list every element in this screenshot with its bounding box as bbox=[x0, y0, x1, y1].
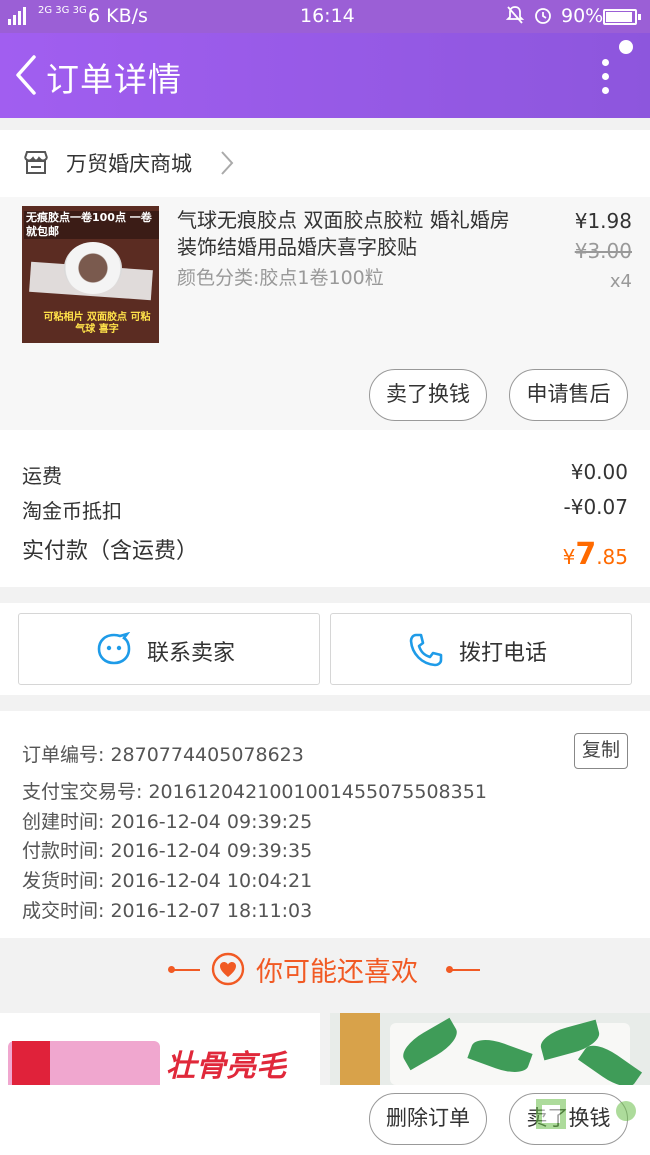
battery-percent: 90% bbox=[561, 5, 604, 27]
delete-order-button[interactable]: 删除订单 bbox=[369, 1093, 487, 1145]
watermark-logo bbox=[536, 1099, 636, 1129]
shipping-label: 运费 bbox=[22, 464, 62, 488]
recommend-title: 你可能还喜欢 bbox=[256, 957, 418, 988]
product-image[interactable]: 无痕胶点一卷100点 一卷就包邮 可粘相片 双面胶点 可粘气球 喜字 bbox=[22, 206, 159, 343]
total-row: 实付款（含运费） ¥7.85 bbox=[22, 533, 628, 572]
heart-icon bbox=[211, 952, 245, 986]
sell-for-cash-button[interactable]: 卖了换钱 bbox=[369, 369, 487, 421]
recommend-card-text: 壮骨亮毛 bbox=[166, 1049, 286, 1084]
order-number: 订单编号: 2870774405078623 bbox=[22, 744, 304, 766]
call-button[interactable]: 拨打电话 bbox=[330, 613, 632, 685]
product-image-caption-top: 无痕胶点一卷100点 一卷就包邮 bbox=[24, 211, 159, 239]
bottom-action-bar: 删除订单 卖了换钱 bbox=[0, 1085, 650, 1155]
total-label: 实付款（含运费） bbox=[22, 539, 199, 564]
shipping-value: ¥0.00 bbox=[570, 460, 628, 484]
battery-icon bbox=[603, 9, 641, 25]
product-item[interactable]: 无痕胶点一卷100点 一卷就包邮 可粘相片 双面胶点 可粘气球 喜字 气球无痕胶… bbox=[0, 197, 650, 430]
mute-bell-icon bbox=[505, 6, 525, 24]
order-info: 订单编号: 2870774405078623 复制 支付宝交易号: 201612… bbox=[0, 711, 650, 938]
fee-summary: 运费 ¥0.00 淘金币抵扣 -¥0.07 实付款（含运费） ¥7.85 bbox=[0, 430, 650, 587]
total-currency: ¥ bbox=[562, 545, 576, 569]
product-spec: 颜色分类:胶点1卷100粒 bbox=[177, 267, 384, 289]
clock: 16:14 bbox=[300, 5, 355, 27]
status-bar: 2G 3G 3G 6 KB/s 16:14 90% bbox=[0, 0, 650, 33]
alipay-number: 支付宝交易号: 2016120421001001455075508351 bbox=[22, 781, 487, 803]
page-title: 订单详情 bbox=[46, 60, 182, 99]
completed-time: 成交时间: 2016-12-07 18:11:03 bbox=[22, 900, 313, 922]
app-header: 订单详情 bbox=[0, 33, 650, 118]
shop-name: 万贸婚庆商城 bbox=[66, 152, 192, 176]
total-value: ¥7.85 bbox=[563, 537, 628, 572]
alarm-icon bbox=[535, 8, 551, 24]
total-decimal: .85 bbox=[596, 545, 628, 569]
product-image-caption-bottom: 可粘相片 双面胶点 可粘气球 喜字 bbox=[43, 312, 151, 335]
coin-value: -¥0.07 bbox=[563, 495, 628, 519]
signal-icon bbox=[8, 7, 26, 25]
chat-bubble-icon bbox=[97, 632, 131, 665]
notification-dot bbox=[619, 40, 633, 54]
coin-deduction-row: 淘金币抵扣 -¥0.07 bbox=[22, 495, 628, 524]
store-icon bbox=[24, 151, 48, 174]
more-menu-icon[interactable] bbox=[590, 55, 620, 101]
recommend-card[interactable] bbox=[330, 1013, 650, 1085]
recommend-header: 你可能还喜欢 bbox=[0, 938, 650, 1002]
network-speed: 6 KB/s bbox=[88, 5, 148, 27]
shipped-time: 发货时间: 2016-12-04 10:04:21 bbox=[22, 870, 313, 892]
paid-time: 付款时间: 2016-12-04 09:39:35 bbox=[22, 840, 313, 862]
total-integer: 7 bbox=[575, 537, 597, 572]
product-quantity: x4 bbox=[609, 271, 632, 292]
product-original-price: ¥3.00 bbox=[574, 239, 632, 263]
call-label: 拨打电话 bbox=[459, 641, 548, 666]
created-time: 创建时间: 2016-12-04 09:39:25 bbox=[22, 811, 313, 833]
contact-seller-button[interactable]: 联系卖家 bbox=[18, 613, 320, 685]
contact-bar: 联系卖家 拨打电话 bbox=[0, 603, 650, 695]
chevron-right-icon bbox=[221, 151, 234, 175]
back-arrow-icon[interactable] bbox=[10, 51, 50, 99]
after-sale-button[interactable]: 申请售后 bbox=[509, 369, 628, 421]
copy-button[interactable]: 复制 bbox=[574, 733, 628, 769]
phone-icon bbox=[409, 633, 443, 667]
contact-seller-label: 联系卖家 bbox=[147, 641, 236, 666]
shipping-row: 运费 ¥0.00 bbox=[22, 460, 628, 489]
network-type: 2G 3G 3G bbox=[38, 5, 87, 16]
shop-row[interactable]: 万贸婚庆商城 bbox=[0, 130, 650, 197]
recommend-card[interactable]: 壮骨亮毛 bbox=[0, 1013, 320, 1085]
coin-label: 淘金币抵扣 bbox=[22, 499, 122, 523]
product-title: 气球无痕胶点 双面胶点胶粒 婚礼婚房装饰结婚用品婚庆喜字胶贴 bbox=[177, 208, 510, 259]
product-price: ¥1.98 bbox=[574, 209, 632, 233]
